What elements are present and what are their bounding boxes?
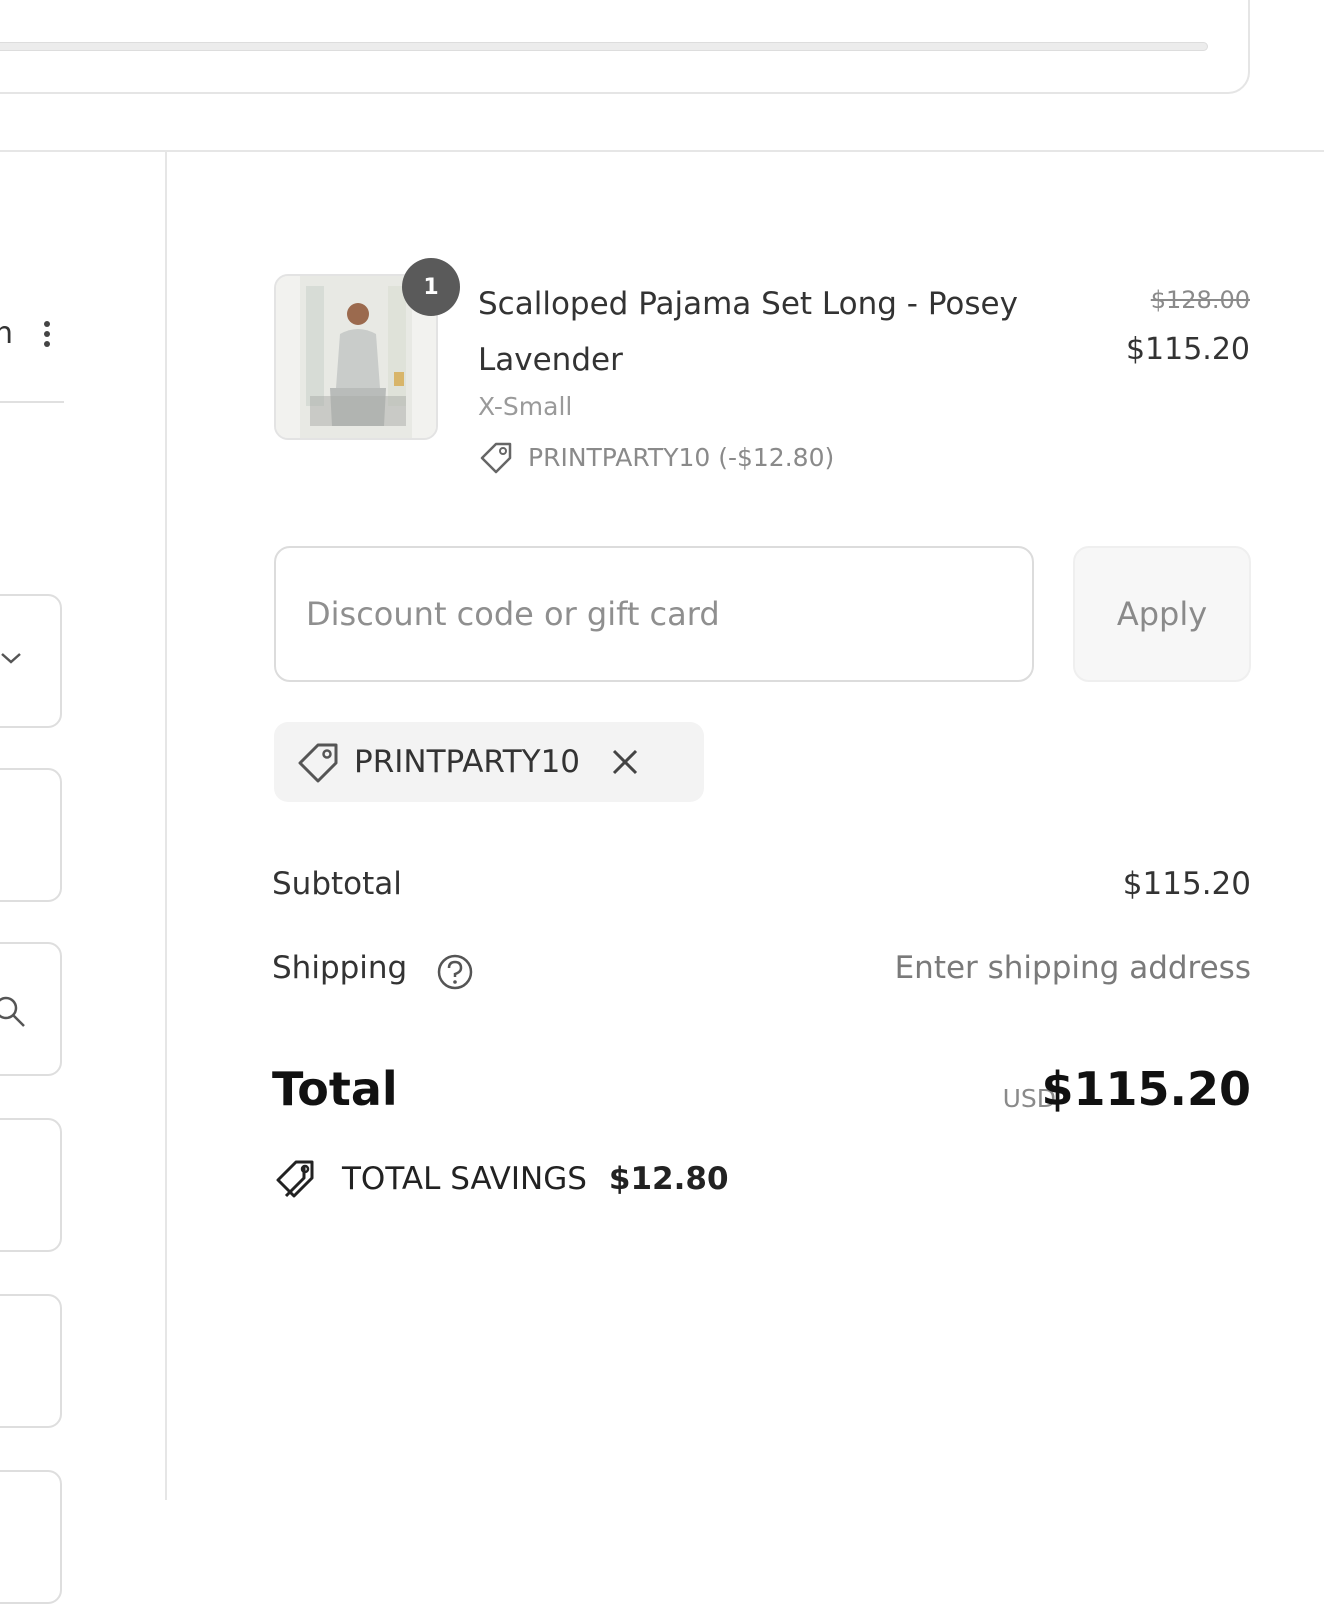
original-price: $128.00 (1150, 286, 1250, 314)
left-fragment-text: n (0, 316, 14, 351)
savings-label: TOTAL SAVINGS (342, 1161, 587, 1197)
close-icon (612, 749, 638, 775)
total-value: $115.20 (1041, 1062, 1251, 1116)
item-discount: PRINTPARTY10 (-$12.80) (478, 440, 834, 474)
subtotal-value: $115.20 (1122, 866, 1251, 902)
left-divider (0, 401, 64, 403)
total-label: Total (272, 1062, 398, 1116)
express-checkout-bar (0, 42, 1208, 51)
postal-field[interactable] (0, 1470, 62, 1604)
item-discount-label: PRINTPARTY10 (-$12.80) (528, 442, 835, 472)
discount-code-input[interactable] (274, 546, 1034, 682)
item-price: $115.20 (1125, 332, 1250, 367)
applied-code-chip: PRINTPARTY10 (274, 722, 704, 802)
savings-value: $12.80 (608, 1161, 729, 1197)
shipping-value: Enter shipping address (894, 950, 1251, 986)
column-divider (165, 152, 167, 1500)
apply-button[interactable]: Apply (1073, 546, 1251, 682)
express-checkout-box (0, 0, 1250, 94)
total-savings: TOTAL SAVINGS $12.80 (274, 1156, 729, 1202)
applied-code-label: PRINTPARTY10 (354, 744, 581, 780)
remove-code-button[interactable] (610, 747, 640, 777)
search-icon (0, 996, 25, 1027)
tag-icon (298, 743, 338, 783)
name-field[interactable] (0, 768, 62, 902)
apartment-field[interactable] (0, 1118, 62, 1252)
product-variant: X-Small (478, 392, 573, 421)
chevron-down-icon (1, 653, 21, 664)
subtotal-label: Subtotal (272, 866, 402, 902)
header-divider (0, 150, 1324, 152)
help-icon[interactable] (436, 953, 474, 991)
tag-icon (480, 442, 512, 474)
more-options-icon[interactable] (38, 318, 56, 352)
tags-icon (276, 1160, 314, 1198)
product-title: Scalloped Pajama Set Long - Posey Lavend… (478, 286, 1018, 378)
shipping-label: Shipping (272, 950, 408, 986)
city-field[interactable] (0, 1294, 62, 1428)
quantity-badge: 1 (402, 258, 460, 316)
